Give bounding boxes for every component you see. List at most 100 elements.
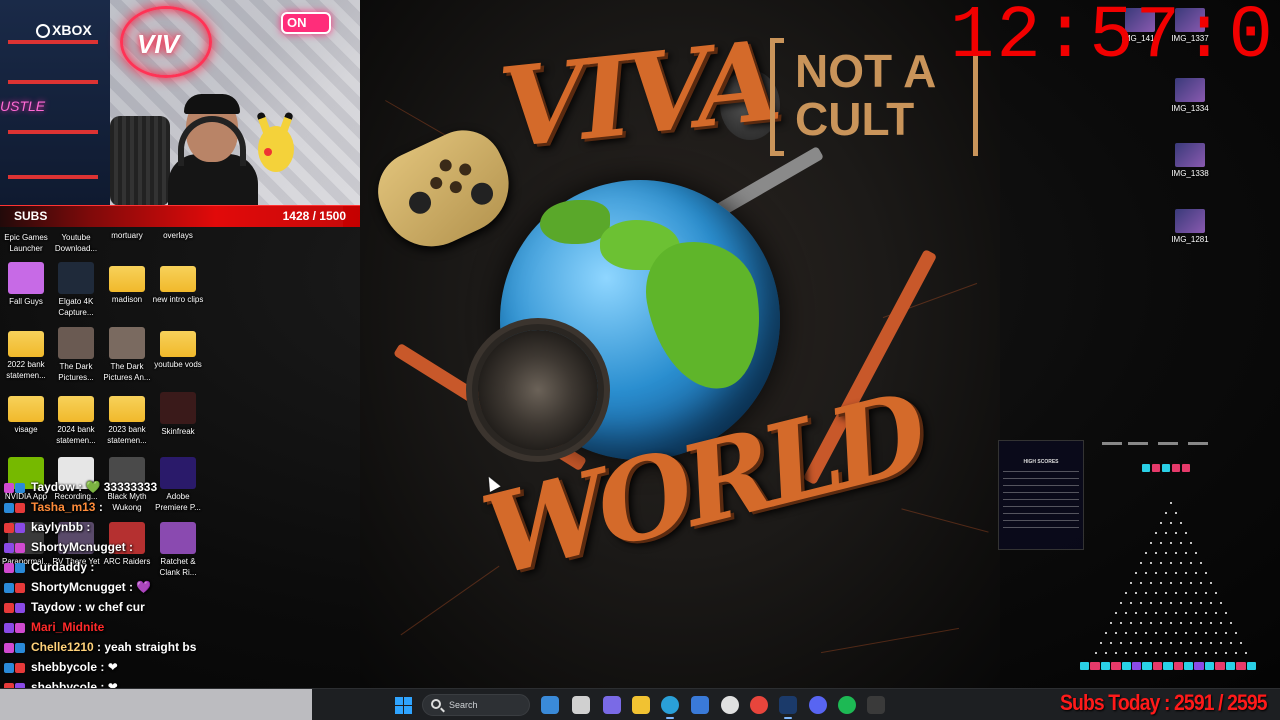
plinko-peg (1100, 642, 1102, 644)
plinko-peg (1115, 652, 1117, 654)
desktop-icon-2023-bank-statemen[interactable]: 2023 bank statemen... (101, 392, 153, 446)
webcam-overlay: XBOX VIV ON USTLE (0, 0, 360, 205)
desktop-icon-the-dark-pictures[interactable]: The Dark Pictures... (50, 327, 102, 383)
plinko-peg (1210, 582, 1212, 584)
desktop-icon-label: Elgato 4K Capture... (58, 297, 94, 317)
plinko-peg (1170, 582, 1172, 584)
desktop-icon-label: Fall Guys (9, 297, 43, 306)
task-view-icon[interactable] (572, 696, 590, 714)
plinko-peg (1105, 652, 1107, 654)
steam-icon[interactable] (779, 696, 797, 719)
plinko-slot (1246, 662, 1256, 670)
plinko-peg (1175, 592, 1177, 594)
plinko-slot (1111, 662, 1121, 670)
desktop-icon-adobe-premiere-p[interactable]: Adobe Premiere P... (152, 457, 204, 513)
widgets-icon[interactable] (541, 696, 559, 714)
plinko-peg (1175, 612, 1177, 614)
chrome-icon[interactable] (750, 696, 768, 714)
hustle-neon-sign: USTLE (0, 98, 46, 114)
plinko-peg (1155, 552, 1157, 554)
neon-logo: VIV (120, 6, 212, 78)
desktop-icon-2024-bank-statemen[interactable]: 2024 bank statemen... (50, 392, 102, 446)
store-icon[interactable] (691, 696, 709, 714)
chat-text: : (95, 500, 103, 514)
plinko-peg (1180, 522, 1182, 524)
desktop-icon-label: new intro clips (152, 295, 204, 304)
taskbar-search[interactable]: Search (422, 694, 530, 716)
desktop-icon-mortuary[interactable]: mortuary (101, 198, 153, 241)
discord-icon[interactable] (809, 696, 827, 714)
chat-text: : 💚 33333333 (74, 480, 158, 494)
stream-screen: XBOX VIV ON USTLE SUBS 1428 / 1500 Epic … (0, 0, 1280, 720)
terminal-icon[interactable] (867, 696, 885, 714)
subs-today-counter: Subs Today : 2591 / 2595 (1060, 690, 1268, 715)
desktop-icon-2022-bank-statemen[interactable]: 2022 bank statemen... (0, 327, 52, 381)
plinko-peg (1145, 592, 1147, 594)
chat-badge-icons (4, 522, 28, 534)
desktop-icon-skinfreak[interactable]: Skinfreak (152, 392, 204, 437)
plinko-peg (1185, 632, 1187, 634)
chat-badge-icons (4, 622, 28, 634)
plinko-peg (1145, 612, 1147, 614)
chat-text: : (87, 560, 95, 574)
plinko-peg (1205, 612, 1207, 614)
album-title-top: VIVA (494, 15, 781, 174)
plinko-peg (1140, 642, 1142, 644)
plinko-peg (1205, 632, 1207, 634)
plinko-peg (1125, 592, 1127, 594)
chat-message: Taydow : 💚 33333333 (4, 480, 157, 498)
app-icon (58, 262, 94, 294)
desktop-icon-epic-games-launcher[interactable]: Epic Games Launcher (0, 198, 52, 254)
desktop-icon-label: Ratchet & Clank Ri... (159, 557, 197, 577)
folder-icon (8, 331, 44, 357)
copilot-icon[interactable] (603, 696, 621, 714)
plinko-peg (1155, 652, 1157, 654)
desktop-icon-madison[interactable]: madison (101, 262, 153, 305)
plinko-peg (1180, 582, 1182, 584)
spotify-icon[interactable] (838, 696, 856, 714)
plinko-slot (1121, 662, 1132, 670)
chat-message: Taydow : w chef cur (4, 600, 145, 618)
desktop-icon-label: Skinfreak (161, 427, 195, 436)
file-explorer-icon[interactable] (632, 696, 650, 714)
chat-message: kaylynbb : (4, 520, 90, 538)
plinko-peg (1185, 612, 1187, 614)
desktop-icon-label: visage (14, 425, 38, 434)
plinko-peg (1150, 642, 1152, 644)
desktop-icon-visage[interactable]: visage (0, 392, 52, 435)
desktop-icon-ratchet-clank-ri[interactable]: Ratchet & Clank Ri... (152, 522, 204, 578)
plinko-peg (1190, 562, 1192, 564)
desktop-icon-elgato-4k-capture[interactable]: Elgato 4K Capture... (50, 262, 102, 318)
plinko-peg (1125, 652, 1127, 654)
desktop-icon-the-dark-pictures-an[interactable]: The Dark Pictures An... (101, 327, 153, 383)
desktop-icon-img-1334[interactable]: IMG_1334 (1170, 78, 1210, 113)
desktop-icon-label: madison (111, 295, 143, 304)
album-subtitle-bracket: NOT A CULT (770, 38, 978, 156)
desktop-icon-fall-guys[interactable]: Fall Guys (0, 262, 52, 307)
plinko-peg (1205, 572, 1207, 574)
desktop-icon-img-1338[interactable]: IMG_1338 (1170, 143, 1210, 178)
desktop-icon-youtube-download[interactable]: Youtube Download... (50, 198, 102, 254)
folder-icon (58, 396, 94, 422)
desktop-icon-label: Adobe Premiere P... (155, 492, 201, 512)
album-subtitle-line1: NOT A (795, 45, 937, 97)
desktop-icon-label: overlays (163, 231, 193, 240)
chat-badge-icons (4, 562, 28, 574)
plinko-peg (1135, 632, 1137, 634)
plinko-peg (1155, 572, 1157, 574)
plinko-peg (1225, 652, 1227, 654)
desktop-icon-youtube-vods[interactable]: youtube vods (152, 327, 204, 370)
desktop-icon-label: 2023 bank statemen... (107, 425, 147, 445)
chat-badge-icons (4, 642, 28, 654)
obs-icon[interactable] (721, 696, 739, 714)
desktop-icon-overlays[interactable]: overlays (152, 198, 204, 241)
desktop-icon-new-intro-clips[interactable]: new intro clips (152, 262, 204, 305)
plinko-peg (1165, 632, 1167, 634)
desktop-icon-label: youtube vods (154, 360, 202, 369)
desktop-icon-img-1281[interactable]: IMG_1281 (1170, 209, 1210, 244)
edge-icon[interactable] (661, 696, 679, 719)
chat-message: Curdaddy : (4, 560, 94, 578)
start-button[interactable] (395, 697, 412, 714)
streamer (168, 94, 258, 205)
plinko-peg (1170, 602, 1172, 604)
